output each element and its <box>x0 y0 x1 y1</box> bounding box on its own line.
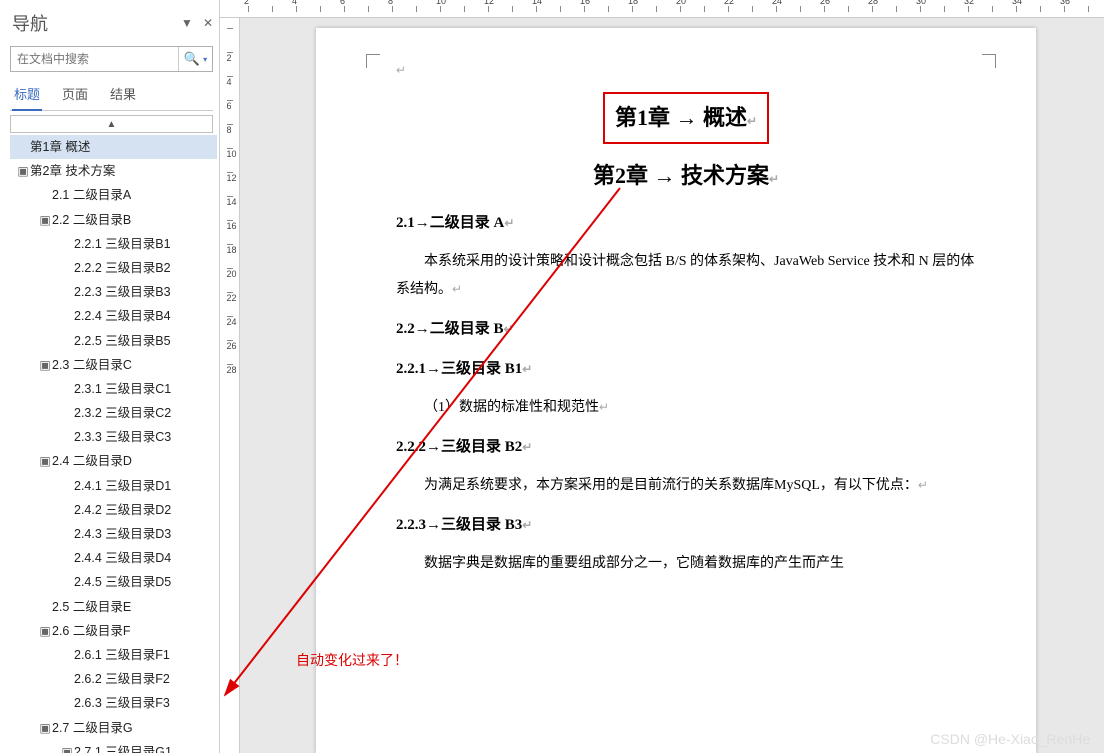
outline-label: 2.4.4 三级目录D4 <box>74 551 171 565</box>
outline-label: 2.4.2 三级目录D2 <box>74 503 171 517</box>
nav-title: 导航 <box>12 10 48 36</box>
outline-item[interactable]: ◾2.3.1 三级目录C1 <box>10 377 217 401</box>
outline-label: 第1章 概述 <box>30 140 90 154</box>
outline-item[interactable]: ◾2.4.4 三级目录D4 <box>10 546 217 570</box>
outline-label: 2.3.3 三级目录C3 <box>74 430 171 444</box>
outline-label: 2.7.1 三级目录G1 <box>74 745 172 753</box>
page-scroll-area[interactable]: ↵ 第1章 → 概述↵ 第2章 → 技术方案↵ 2.1→二级目录 A↵ 本系统采… <box>240 18 1104 753</box>
outline-label: 2.7 二级目录G <box>52 721 133 735</box>
twisty-icon[interactable]: ▣ <box>38 211 52 230</box>
twisty-icon[interactable]: ▣ <box>38 452 52 471</box>
chapter-2-title: 第2章 → 技术方案↵ <box>396 154 976 198</box>
outline-label: 2.1 二级目录A <box>52 188 131 202</box>
outline-item[interactable]: ▣2.7 二级目录G <box>10 716 217 740</box>
outline-item[interactable]: ▣2.2 二级目录B <box>10 208 217 232</box>
outline-item[interactable]: ◾2.3.2 三级目录C2 <box>10 401 217 425</box>
outline-item[interactable]: ◾2.5 二级目录E <box>10 595 217 619</box>
search-dropdown-icon: ▾ <box>203 55 207 64</box>
outline-item[interactable]: ◾2.4.1 三级目录D1 <box>10 474 217 498</box>
vertical-ruler[interactable]: 246810121416182022242628 <box>220 18 240 753</box>
margin-corner <box>366 54 380 68</box>
outline-item[interactable]: ◾2.2.4 三级目录B4 <box>10 304 217 328</box>
outline-item[interactable]: ▣2.7.1 三级目录G1 <box>10 740 217 753</box>
twisty-icon[interactable]: ▣ <box>16 162 30 181</box>
outline-label: 2.2.1 三级目录B1 <box>74 237 171 251</box>
outline-item[interactable]: ▣第2章 技术方案 <box>10 159 217 183</box>
page: ↵ 第1章 → 概述↵ 第2章 → 技术方案↵ 2.1→二级目录 A↵ 本系统采… <box>316 28 1036 753</box>
outline-label: 2.6.1 三级目录F1 <box>74 648 170 662</box>
paragraph: 数据字典是数据库的重要组成部分之一，它随着数据库的产生而产生 <box>396 550 976 578</box>
paragraph: 本系统采用的设计策略和设计概念包括 B/S 的体系架构、JavaWeb Serv… <box>396 248 976 304</box>
margin-corner <box>982 54 996 68</box>
nav-close-icon[interactable]: ✕ <box>203 16 213 30</box>
chapter-1-title: 第1章 → 概述↵ <box>396 92 976 144</box>
outline-item[interactable]: ◾2.2.5 三级目录B5 <box>10 329 217 353</box>
jump-to-top[interactable]: ▲ <box>10 115 213 133</box>
search-button[interactable]: 🔍▾ <box>178 47 212 71</box>
outline-label: 2.4.1 三级目录D1 <box>74 479 171 493</box>
outline-label: 2.2 二级目录B <box>52 213 131 227</box>
tab-headings[interactable]: 标题 <box>12 80 42 111</box>
highlight-box: 第1章 → 概述↵ <box>603 92 769 144</box>
outline-item[interactable]: ◾2.3.3 三级目录C3 <box>10 425 217 449</box>
twisty-icon[interactable]: ▣ <box>38 719 52 738</box>
outline-item[interactable]: ◾2.2.2 三级目录B2 <box>10 256 217 280</box>
search-icon: 🔍 <box>184 51 200 67</box>
outline-item[interactable]: ◾第1章 概述 <box>10 135 217 159</box>
outline-item[interactable]: ◾2.2.1 三级目录B1 <box>10 232 217 256</box>
search-input[interactable] <box>11 47 178 71</box>
outline-label: 2.6.2 三级目录F2 <box>74 672 170 686</box>
heading-2-2-3: 2.2.3→三级目录 B3↵ <box>396 510 976 540</box>
outline-item[interactable]: ▣2.3 二级目录C <box>10 353 217 377</box>
outline-item[interactable]: ◾2.6.2 三级目录F2 <box>10 667 217 691</box>
navigation-pane: 导航 ▼ ✕ 🔍▾ 标题 页面 结果 ▲ ◾第1章 概述▣第2章 技术方案◾2.… <box>0 0 220 753</box>
outline-label: 2.3 二级目录C <box>52 358 132 372</box>
outline-label: 2.6.3 三级目录F3 <box>74 696 170 710</box>
outline-label: 2.2.5 三级目录B5 <box>74 334 171 348</box>
outline-item[interactable]: ◾2.6.3 三级目录F3 <box>10 691 217 715</box>
outline-item[interactable]: ◾2.6.1 三级目录F1 <box>10 643 217 667</box>
outline-item[interactable]: ▣2.4 二级目录D <box>10 449 217 473</box>
outline-label: 第2章 技术方案 <box>30 164 115 178</box>
outline-item[interactable]: ◾2.4.5 三级目录D5 <box>10 570 217 594</box>
outline-label: 2.2.4 三级目录B4 <box>74 309 171 323</box>
heading-2-2-1: 2.2.1→三级目录 B1↵ <box>396 354 976 384</box>
outline-label: 2.5 二级目录E <box>52 600 131 614</box>
paragraph: （1）数据的标准性和规范性↵ <box>396 394 976 422</box>
para-mark: ↵ <box>396 58 976 82</box>
outline-item[interactable]: ◾2.2.3 三级目录B3 <box>10 280 217 304</box>
outline-item[interactable]: ◾2.1 二级目录A <box>10 183 217 207</box>
outline-item[interactable]: ▣2.6 二级目录F <box>10 619 217 643</box>
tab-pages[interactable]: 页面 <box>60 80 90 110</box>
nav-dropdown-icon[interactable]: ▼ <box>181 16 193 30</box>
nav-tabs: 标题 页面 结果 <box>10 80 213 111</box>
outline-label: 2.3.1 三级目录C1 <box>74 382 171 396</box>
twisty-icon[interactable]: ▣ <box>60 743 74 753</box>
twisty-icon[interactable]: ▣ <box>38 622 52 641</box>
outline-label: 2.6 二级目录F <box>52 624 131 638</box>
tab-results[interactable]: 结果 <box>108 80 138 110</box>
heading-2-2-2: 2.2.2→三级目录 B2↵ <box>396 432 976 462</box>
outline-label: 2.2.3 三级目录B3 <box>74 285 171 299</box>
heading-2-1: 2.1→二级目录 A↵ <box>396 208 976 238</box>
outline-label: 2.4.5 三级目录D5 <box>74 575 171 589</box>
search-box: 🔍▾ <box>10 46 213 72</box>
outline-label: 2.2.2 三级目录B2 <box>74 261 171 275</box>
outline-label: 2.4 二级目录D <box>52 454 132 468</box>
outline-label: 2.3.2 三级目录C2 <box>74 406 171 420</box>
outline-tree: ◾第1章 概述▣第2章 技术方案◾2.1 二级目录A▣2.2 二级目录B◾2.2… <box>10 135 217 753</box>
paragraph: 为满足系统要求，本方案采用的是目前流行的关系数据库MySQL，有以下优点：↵ <box>396 472 976 500</box>
outline-item[interactable]: ◾2.4.2 三级目录D2 <box>10 498 217 522</box>
horizontal-ruler[interactable]: 24681012141618202224262830323436 <box>220 0 1104 18</box>
outline-item[interactable]: ◾2.4.3 三级目录D3 <box>10 522 217 546</box>
outline-label: 2.4.3 三级目录D3 <box>74 527 171 541</box>
document-area: 24681012141618202224262830323436 2468101… <box>220 0 1104 753</box>
heading-2-2: 2.2→二级目录 B↵ <box>396 314 976 344</box>
twisty-icon[interactable]: ▣ <box>38 356 52 375</box>
